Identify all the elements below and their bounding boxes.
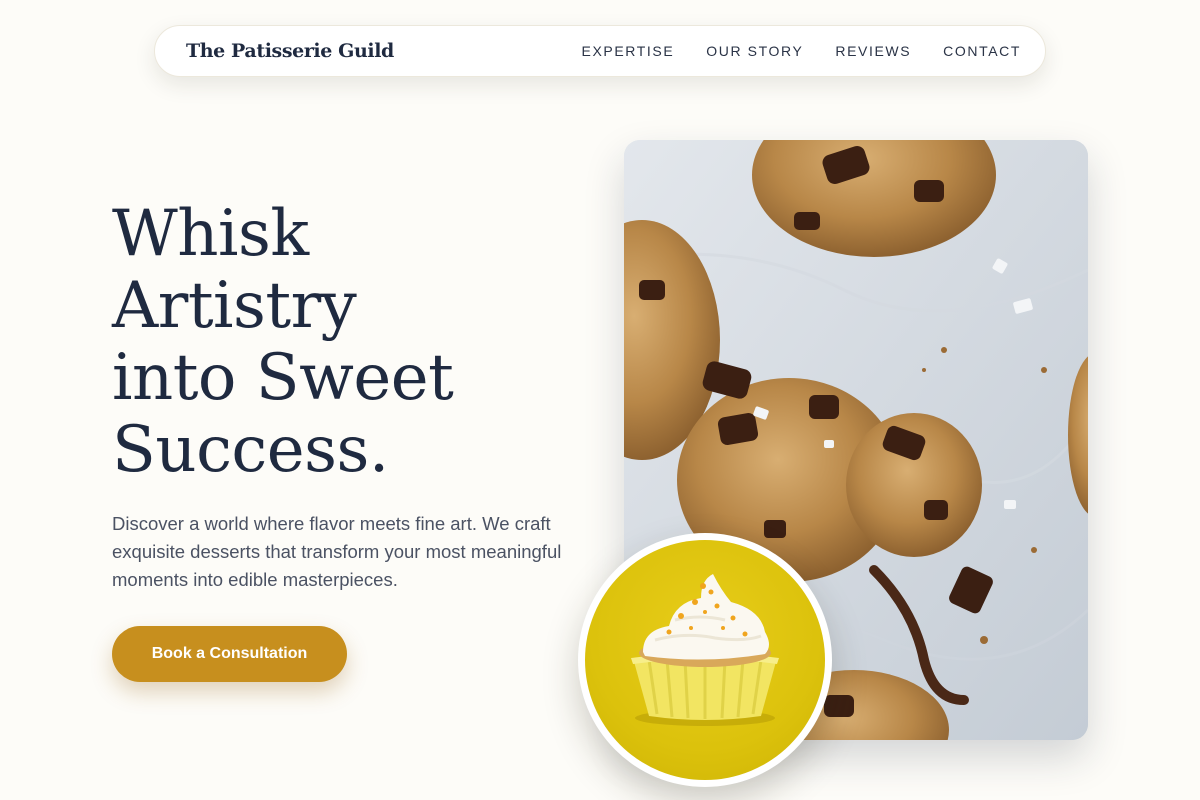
nav-link-contact[interactable]: CONTACT	[943, 43, 1021, 59]
brand-logo[interactable]: The Patisserie Guild	[186, 40, 394, 62]
hero-title-line-4: Success.	[112, 413, 389, 487]
book-consultation-button[interactable]: Book a Consultation	[112, 626, 347, 682]
nav-link-our-story[interactable]: OUR STORY	[706, 43, 803, 59]
top-nav: The Patisserie Guild EXPERTISE OUR STORY…	[154, 25, 1046, 77]
cupcake-illustration	[631, 574, 779, 726]
hero-title-line-3: into Sweet	[112, 341, 454, 415]
cupcake-photo-frame	[585, 540, 825, 780]
hero-description: Discover a world where flavor meets fine…	[112, 513, 562, 590]
hero-title-line-1: Whisk	[112, 197, 309, 271]
hero-title: Whisk Artistry into Sweet Success.	[112, 198, 582, 486]
hero-title-line-2: Artistry	[112, 269, 357, 343]
nav-links: EXPERTISE OUR STORY REVIEWS CONTACT	[582, 43, 1021, 59]
cupcake-photo	[578, 533, 832, 787]
nav-link-expertise[interactable]: EXPERTISE	[582, 43, 675, 59]
nav-link-reviews[interactable]: REVIEWS	[835, 43, 911, 59]
